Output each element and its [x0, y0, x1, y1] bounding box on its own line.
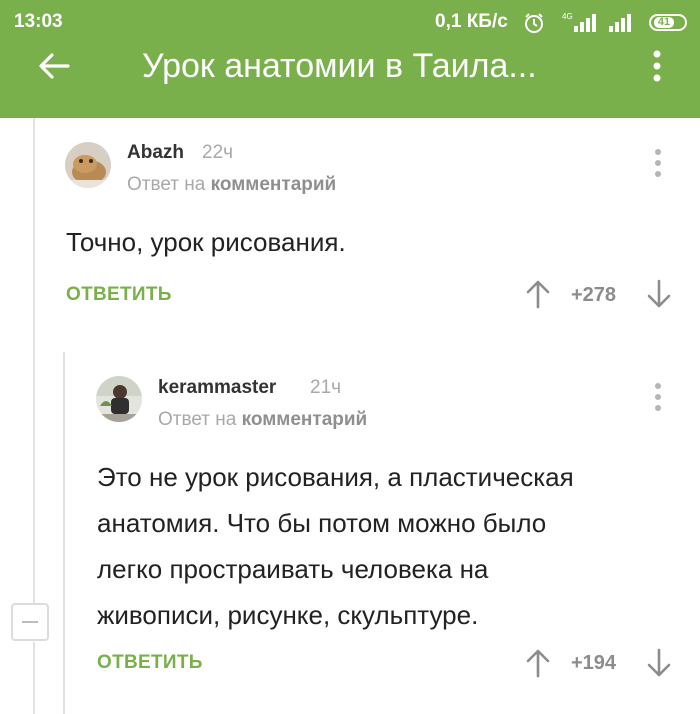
reply-to-link[interactable]: комментарий — [211, 174, 337, 195]
reply-button[interactable]: ОТВЕТИТЬ — [66, 284, 172, 306]
comment-text: Это не урок рисования, а пластическая ан… — [97, 454, 687, 638]
comment-text-line: анатомия. Что бы потом можно было — [97, 508, 547, 538]
comment-text-line: Это не урок рисования, а пластическая — [97, 462, 574, 492]
comment-menu-icon[interactable] — [654, 148, 662, 178]
avatar[interactable] — [96, 376, 142, 422]
status-time: 13:03 — [14, 11, 63, 32]
avatar-image — [96, 376, 142, 422]
battery-icon: 41 — [649, 14, 687, 31]
upvote-arrow-icon[interactable] — [525, 279, 551, 309]
status-bar: 13:03 0,1 КБ/с 4G 41 — [0, 0, 700, 44]
signal-icon — [609, 14, 631, 32]
comment-time: 21ч — [310, 377, 342, 398]
avatar-image — [65, 142, 111, 188]
signal-4g-icon: 4G — [562, 12, 596, 32]
upvote-arrow-icon[interactable] — [525, 648, 551, 678]
reply-to-prefix: Ответ на — [127, 174, 206, 195]
more-vertical-icon[interactable] — [648, 48, 666, 84]
reply-button[interactable]: ОТВЕТИТЬ — [97, 652, 203, 674]
page-title: Урок анатомии в Таила... — [142, 47, 537, 85]
downvote-arrow-icon[interactable] — [646, 648, 672, 678]
comment-username[interactable]: kerammaster — [158, 377, 276, 399]
collapse-thread-button[interactable] — [11, 603, 49, 641]
comment-menu-icon[interactable] — [654, 382, 662, 412]
comment-rating: +278 — [571, 284, 617, 306]
battery-level: 41 — [654, 17, 674, 28]
comment-username[interactable]: Abazh — [127, 142, 184, 164]
thread-line-inner — [63, 352, 65, 714]
comment-rating: +194 — [571, 652, 617, 674]
thread-line-outer — [33, 118, 35, 608]
top-bar: 13:03 0,1 КБ/с 4G 41 Урок анатомии в Таи… — [0, 0, 700, 118]
alarm-icon — [525, 13, 543, 33]
comment-text: Точно, урок рисования. — [66, 227, 346, 257]
comment-text-line: живописи, рисунке, скульптуре. — [97, 600, 479, 630]
reply-to-label: Ответ на комментарий — [127, 174, 336, 196]
downvote-arrow-icon[interactable] — [646, 279, 672, 309]
thread-line-outer-bottom — [33, 642, 35, 714]
network-type-label: 4G — [562, 12, 573, 21]
reply-to-prefix: Ответ на — [158, 409, 237, 430]
avatar[interactable] — [65, 142, 111, 188]
reply-to-label: Ответ на комментарий — [158, 409, 367, 431]
comment-time: 22ч — [202, 142, 234, 163]
arrow-left-icon[interactable] — [36, 48, 72, 84]
reply-to-link[interactable]: комментарий — [242, 409, 368, 430]
comment-text-line: легко простраивать человека на — [97, 554, 489, 584]
status-network-speed: 0,1 КБ/с — [435, 11, 508, 32]
